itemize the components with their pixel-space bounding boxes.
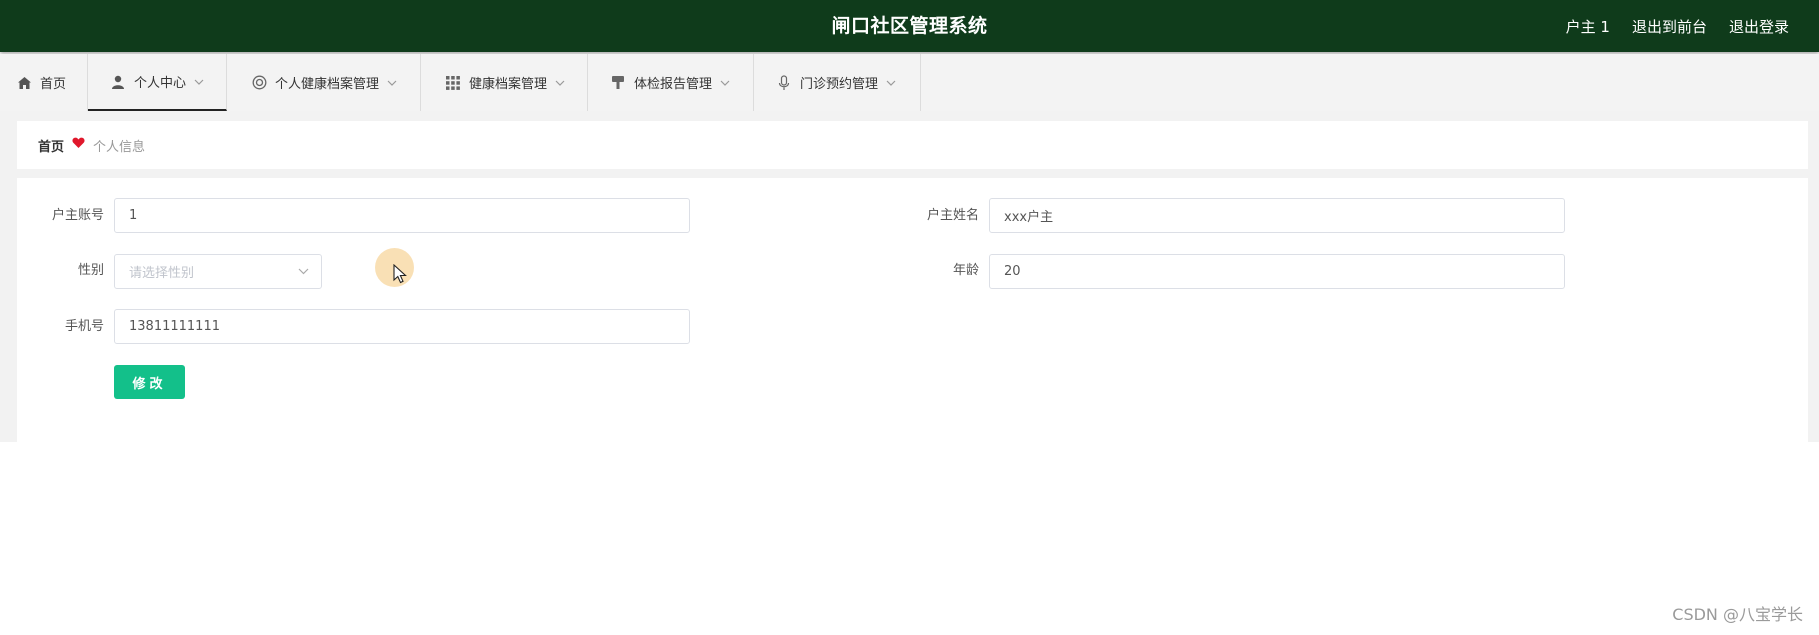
name-input[interactable] [989, 198, 1565, 233]
nav-label: 门诊预约管理 [800, 77, 879, 92]
chevron-down-icon [194, 77, 204, 87]
account-label: 户主账号 [51, 208, 104, 223]
header-links: 户主 1 退出到前台 退出登录 [1566, 0, 1789, 52]
nav-item-personal-center[interactable]: 个人中心 [88, 54, 227, 111]
age-label: 年龄 [952, 263, 979, 278]
nav-label: 个人健康档案管理 [275, 77, 380, 92]
heart-icon [72, 137, 85, 153]
back-to-front-link[interactable]: 退出到前台 [1632, 16, 1707, 37]
phone-label: 手机号 [64, 319, 104, 334]
gender-select[interactable]: 请选择性别 [114, 254, 322, 289]
home-icon [16, 75, 32, 91]
gender-label: 性别 [77, 263, 104, 278]
microphone-icon [776, 74, 792, 91]
nav-label: 体检报告管理 [634, 77, 713, 92]
phone-input[interactable] [114, 309, 690, 344]
nav-label: 个人中心 [134, 76, 187, 91]
lifebuoy-icon [251, 75, 267, 91]
nav-item-checkup-reports[interactable]: 体检报告管理 [588, 54, 754, 111]
nav-item-home[interactable]: 首页 [0, 54, 88, 111]
chevron-down-icon [387, 78, 397, 88]
name-label: 户主姓名 [926, 208, 979, 223]
chevron-down-icon [886, 78, 896, 88]
top-header: 闸口社区管理系统 户主 1 退出到前台 退出登录 [0, 0, 1819, 52]
breadcrumb-panel: 首页 个人信息 [17, 121, 1808, 169]
main-nav: 首页 个人中心 个人健康档案管理 健康档案管理 体检报告管理 门诊预约管理 [0, 54, 1819, 111]
chevron-down-icon [555, 78, 565, 88]
nav-label: 首页 [40, 77, 67, 92]
current-user: 户主 1 [1565, 17, 1610, 36]
age-input[interactable] [989, 254, 1565, 289]
nav-item-personal-health-records[interactable]: 个人健康档案管理 [227, 54, 421, 111]
breadcrumb: 首页 个人信息 [38, 121, 145, 169]
nav-item-health-records[interactable]: 健康档案管理 [421, 54, 588, 111]
account-input[interactable] [114, 198, 690, 233]
breadcrumb-home[interactable]: 首页 [38, 136, 64, 155]
watermark: CSDN @八宝学长 [1672, 605, 1803, 624]
edit-button[interactable]: 修改 [114, 365, 185, 399]
brush-icon [610, 75, 626, 91]
gender-placeholder: 请选择性别 [129, 266, 195, 281]
chevron-down-icon [298, 264, 309, 279]
chevron-down-icon [720, 78, 730, 88]
mouse-cursor-icon [393, 263, 407, 288]
nav-item-clinic-appointments[interactable]: 门诊预约管理 [754, 54, 921, 111]
app-title: 闸口社区管理系统 [831, 15, 988, 37]
nav-label: 健康档案管理 [469, 77, 548, 92]
logout-link[interactable]: 退出登录 [1729, 16, 1789, 37]
grid-icon [445, 75, 461, 91]
user-icon [110, 74, 126, 90]
breadcrumb-current: 个人信息 [93, 139, 146, 155]
